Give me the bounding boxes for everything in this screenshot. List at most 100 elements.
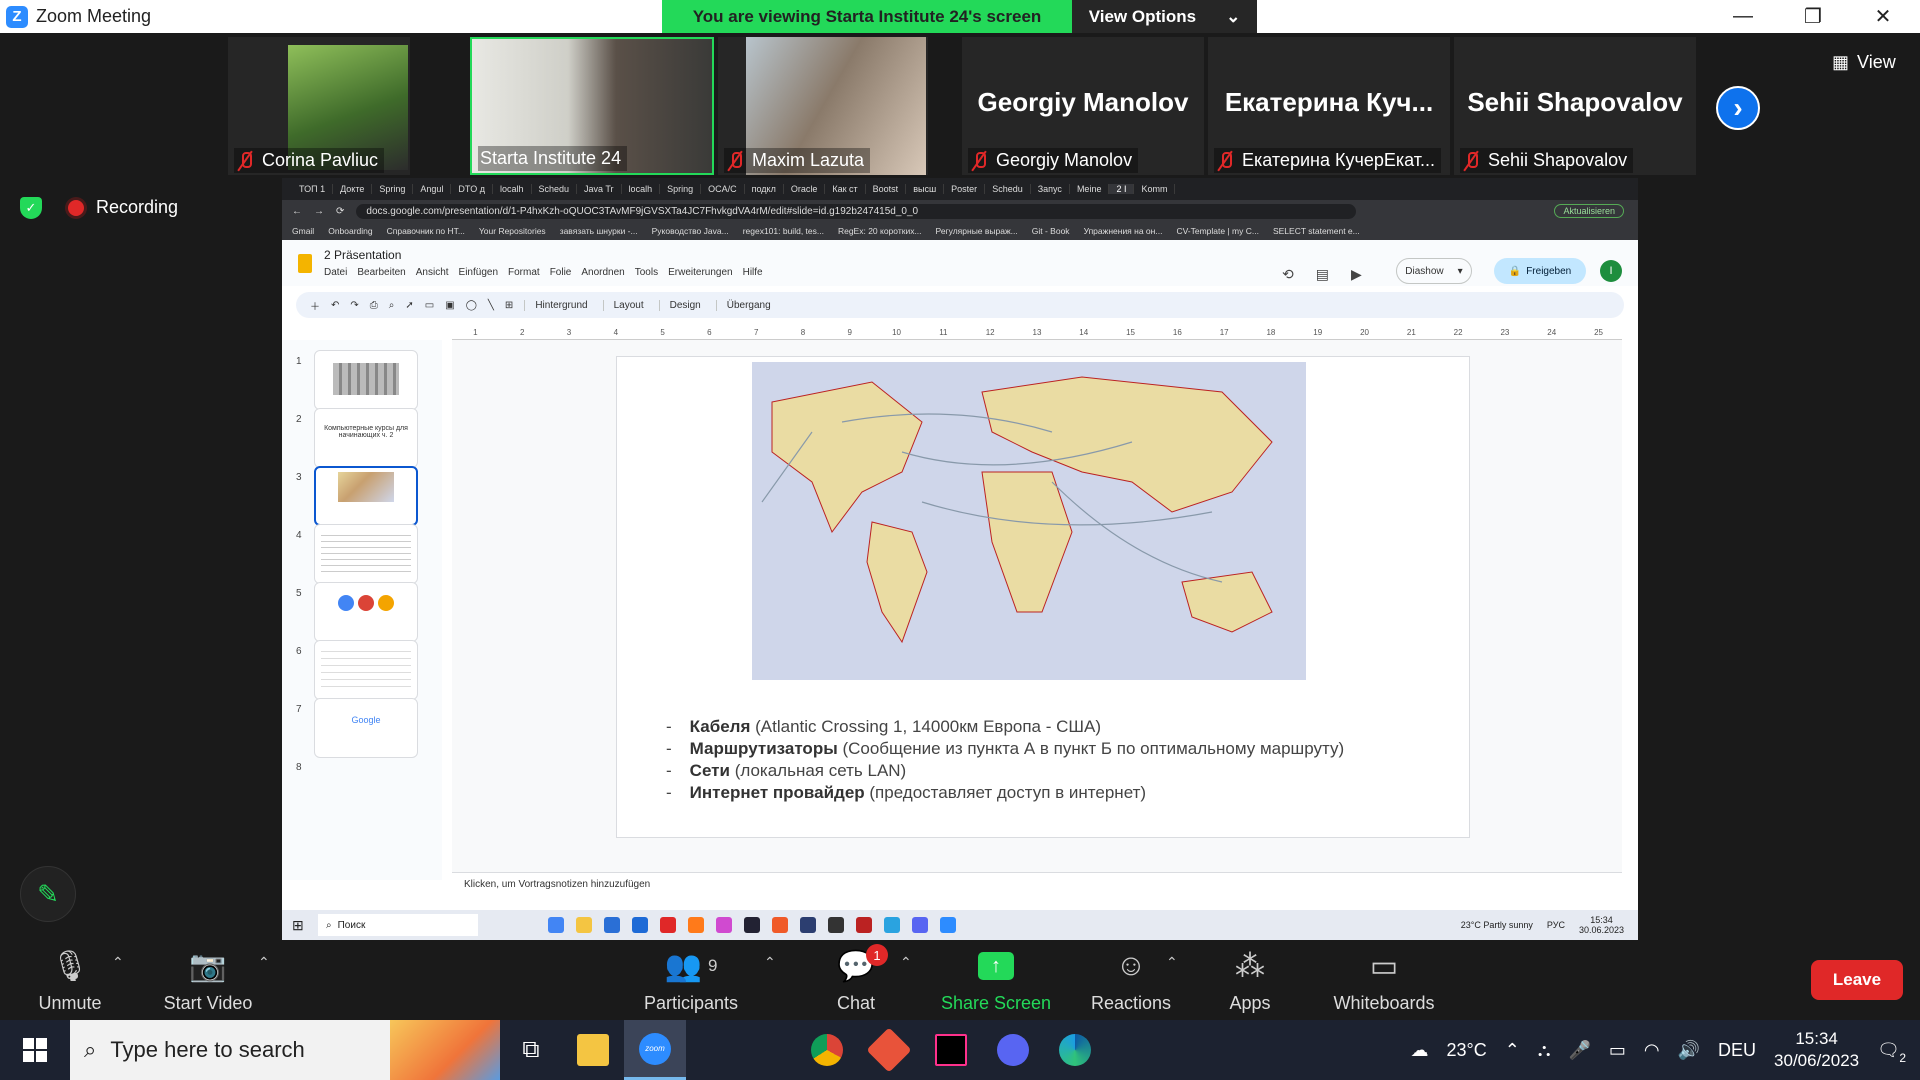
select-cursor-icon[interactable]: ➚	[405, 300, 413, 311]
transition-button[interactable]: Übergang	[715, 299, 775, 311]
browser-tab[interactable]: Spring	[372, 184, 414, 194]
start-button[interactable]	[0, 1020, 70, 1080]
share-screen-button[interactable]: ↑ Share Screen	[926, 940, 1066, 1020]
browser-tab[interactable]: Schedu	[985, 184, 1031, 194]
menu-item[interactable]: Anordnen	[581, 267, 624, 278]
bookmark-item[interactable]: Onboarding	[328, 226, 372, 236]
bookmark-item[interactable]: regex101: build, tes...	[743, 226, 824, 236]
textbox-icon[interactable]: ▭	[425, 300, 434, 311]
browser-tab[interactable]: Spring	[660, 184, 702, 194]
new-slide-icon[interactable]: ＋	[310, 298, 320, 313]
taskbar-search[interactable]: ⌕ Type here to search	[70, 1020, 500, 1080]
restore-button[interactable]: ❐	[1778, 0, 1848, 33]
chrome-icon[interactable]	[796, 1020, 858, 1080]
annotate-pen-button[interactable]: ✎	[20, 866, 76, 922]
windows-start-icon[interactable]: ⊞	[292, 917, 304, 934]
network-icon[interactable]: ⛬	[1538, 1040, 1551, 1061]
url-field[interactable]: docs.google.com/presentation/d/1-P4hxKzh…	[356, 203, 1357, 219]
chevron-up-icon[interactable]: ⌃	[764, 954, 776, 971]
bookmark-item[interactable]: RegEx: 20 коротких...	[838, 226, 922, 236]
participant-tile-active-speaker[interactable]: Starta Institute 24	[470, 37, 714, 175]
reload-icon[interactable]: ⟳	[336, 206, 344, 217]
bookmark-item[interactable]: Регулярные выраж...	[936, 226, 1018, 236]
browser-tab[interactable]: подкл	[745, 184, 784, 194]
bookmark-item[interactable]: завязать шнурки -...	[560, 226, 638, 236]
menu-item[interactable]: Ansicht	[416, 267, 449, 278]
browser-tab[interactable]: Poster	[944, 184, 986, 194]
browser-tab[interactable]: ТОП 1	[292, 184, 334, 194]
unmute-button[interactable]: 🎙 Unmute	[0, 940, 140, 1020]
view-options-button[interactable]: View Options ⌄	[1072, 0, 1257, 33]
print-icon[interactable]: ⎙	[370, 300, 378, 311]
app-icon[interactable]	[858, 1020, 920, 1080]
bookmark-item[interactable]: SELECT statement e...	[1273, 226, 1360, 236]
browser-tab[interactable]: Meine	[1070, 184, 1110, 194]
share-doc-button[interactable]: 🔒 Freigeben	[1494, 258, 1586, 284]
redo-icon[interactable]: ↷	[350, 300, 358, 311]
participant-tile[interactable]: Maxim Lazuta	[718, 37, 928, 175]
slide-thumbnail[interactable]	[314, 524, 418, 584]
menu-item[interactable]: Erweiterungen	[668, 267, 732, 278]
inner-search-box[interactable]: ⌕ Поиск	[318, 914, 478, 936]
view-button[interactable]: ▦ View	[1832, 52, 1896, 73]
chevron-up-icon[interactable]: ⌃	[900, 954, 912, 971]
minimize-button[interactable]: —	[1708, 0, 1778, 33]
edge-icon[interactable]	[1044, 1020, 1106, 1080]
zoom-taskbar-icon[interactable]: zoom	[624, 1020, 686, 1080]
browser-tab[interactable]: Докте	[333, 184, 373, 194]
notifications-icon[interactable]: 🗨 2	[1877, 1040, 1906, 1065]
discord-icon[interactable]	[982, 1020, 1044, 1080]
close-button[interactable]: ✕	[1848, 0, 1918, 33]
microphone-icon[interactable]: 🎤	[1568, 1040, 1590, 1061]
start-video-button[interactable]: 📷 Start Video	[138, 940, 278, 1020]
bookmark-item[interactable]: Руководство Java...	[652, 226, 729, 236]
comment-add-icon[interactable]: ⊞	[505, 300, 513, 311]
bookmark-item[interactable]: Справочник по HT...	[387, 226, 465, 236]
speaker-notes-field[interactable]: Klicken, um Vortragsnotizen hinzuzufügen	[452, 872, 1622, 902]
browser-tab[interactable]: Schedu	[532, 184, 578, 194]
chevron-up-icon[interactable]: ⌃	[1166, 954, 1178, 971]
participants-button[interactable]: 👥 9 Participants	[621, 940, 761, 1020]
menu-item[interactable]: Folie	[550, 267, 572, 278]
comments-icon[interactable]: ▤	[1316, 266, 1329, 283]
language-indicator[interactable]: DEU	[1718, 1040, 1756, 1061]
bookmark-item[interactable]: Git - Book	[1032, 226, 1070, 236]
meet-camera-icon[interactable]: ▶	[1351, 266, 1362, 283]
browser-tab[interactable]: Запус	[1031, 184, 1070, 194]
menu-item[interactable]: Bearbeiten	[357, 267, 405, 278]
menu-item[interactable]: Tools	[635, 267, 658, 278]
file-explorer-icon[interactable]	[562, 1020, 624, 1080]
browser-tab[interactable]: Angul	[413, 184, 452, 194]
image-icon[interactable]: ▣	[445, 300, 454, 311]
shape-icon[interactable]: ◯	[466, 300, 477, 311]
bookmark-item[interactable]: Your Repositories	[479, 226, 546, 236]
battery-icon[interactable]: ▭	[1609, 1040, 1626, 1061]
bookmark-item[interactable]: CV-Template | my C...	[1176, 226, 1259, 236]
browser-tab[interactable]: Oracle	[784, 184, 826, 194]
zoom-icon[interactable]: ⌕	[389, 300, 395, 311]
chevron-up-icon[interactable]: ⌃	[112, 954, 124, 971]
leave-button[interactable]: Leave	[1811, 960, 1903, 1000]
whiteboards-button[interactable]: ▭ Whiteboards	[1314, 940, 1454, 1020]
browser-tab[interactable]: 2 I	[1109, 184, 1135, 194]
apps-button[interactable]: ⁂ Apps	[1180, 940, 1320, 1020]
chat-button[interactable]: 💬 1 Chat	[786, 940, 926, 1020]
slide-thumbnail[interactable]: Google	[314, 698, 418, 758]
bookmark-item[interactable]: Gmail	[292, 226, 314, 236]
task-view-icon[interactable]: ⧉	[500, 1020, 562, 1080]
history-icon[interactable]: ⟲	[1282, 266, 1294, 283]
browser-tab[interactable]: Komm	[1134, 184, 1176, 194]
browser-tab[interactable]: localh	[622, 184, 661, 194]
browser-tab[interactable]: DTO д	[451, 184, 493, 194]
participant-tile[interactable]: Georgiy Manolov Georgiy Manolov	[962, 37, 1204, 175]
menu-item[interactable]: Datei	[324, 267, 347, 278]
background-button[interactable]: Hintergrund	[524, 299, 591, 311]
browser-tab[interactable]: Java Tr	[577, 184, 622, 194]
document-title[interactable]: 2 Präsentation	[324, 248, 401, 262]
clock[interactable]: 15:34 30/06/2023	[1774, 1028, 1859, 1072]
slides-logo-icon[interactable]	[298, 254, 312, 273]
participant-tile[interactable]: Sehii Shapovalov Sehii Shapovalov	[1454, 37, 1696, 175]
slideshow-button[interactable]: Diashow ▾	[1396, 258, 1472, 284]
undo-icon[interactable]: ↶	[331, 300, 339, 311]
temperature[interactable]: 23°C	[1447, 1040, 1487, 1061]
